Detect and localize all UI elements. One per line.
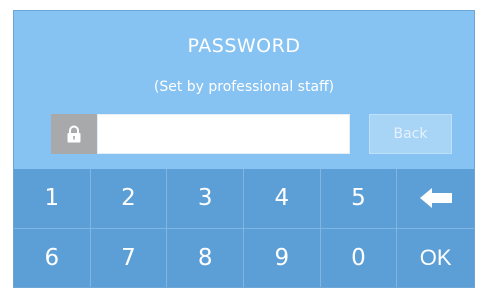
key-1[interactable]: 1 <box>14 169 91 229</box>
numeric-keypad: 1 2 3 4 5 6 7 8 9 0 OK <box>14 169 474 288</box>
key-6[interactable]: 6 <box>14 228 91 287</box>
key-3[interactable]: 3 <box>167 169 244 229</box>
key-5[interactable]: 5 <box>320 169 398 229</box>
lock-icon <box>67 125 81 143</box>
page-title: PASSWORD <box>187 35 301 57</box>
password-input[interactable] <box>97 114 350 154</box>
back-button[interactable]: Back <box>369 114 452 154</box>
key-2[interactable]: 2 <box>90 169 168 229</box>
lock-box <box>51 114 97 154</box>
key-0[interactable]: 0 <box>321 228 398 287</box>
backspace-arrow-icon <box>419 188 452 209</box>
key-8[interactable]: 8 <box>167 228 244 287</box>
key-7[interactable]: 7 <box>91 228 168 287</box>
password-screen: PASSWORD (Set by professional staff) Bac… <box>13 10 475 288</box>
key-4[interactable]: 4 <box>243 169 321 229</box>
page-subtitle: (Set by professional staff) <box>153 79 335 95</box>
key-9[interactable]: 9 <box>244 228 321 287</box>
backspace-key[interactable] <box>397 169 474 229</box>
ok-key[interactable]: OK <box>397 229 474 288</box>
